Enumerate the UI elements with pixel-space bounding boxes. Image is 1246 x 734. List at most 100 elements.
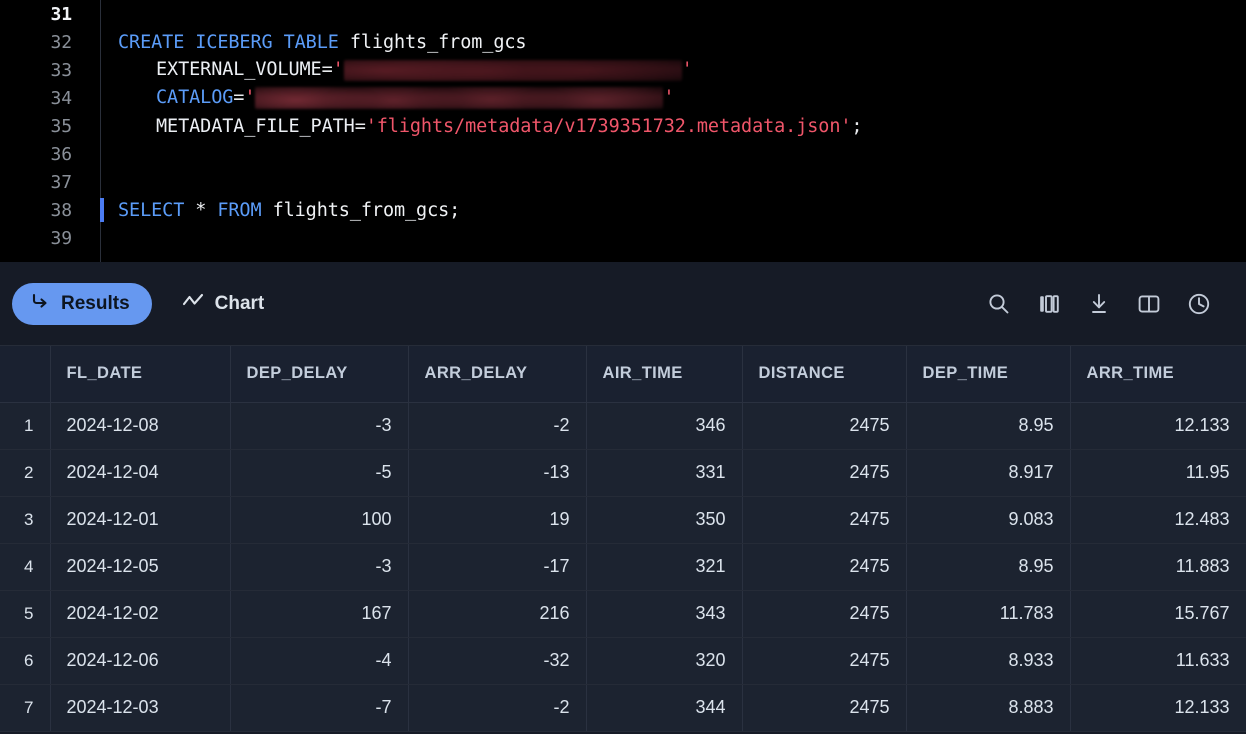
- column-header[interactable]: ARR_TIME: [1070, 346, 1246, 403]
- code-token: =: [321, 59, 333, 81]
- table-cell[interactable]: -13: [408, 449, 587, 497]
- table-row[interactable]: 1 2024-12-08 -3 -2 346 2475 8.95 12.133: [0, 402, 1246, 450]
- code-token: 'flights/metadata/v1739351732.metadata.j…: [365, 115, 852, 137]
- table-cell[interactable]: 216: [408, 590, 587, 638]
- table-row[interactable]: 4 2024-12-05 -3 -17 321 2475 8.95 11.883: [0, 543, 1246, 591]
- redacted-value: [343, 59, 682, 81]
- results-toolbar: Results Chart: [0, 262, 1246, 346]
- results-grid-wrapper[interactable]: FL_DATE DEP_DELAY ARR_DELAY AIR_TIME DISTANC…: [0, 346, 1246, 734]
- table-cell[interactable]: -3: [230, 402, 409, 450]
- table-cell[interactable]: 346: [586, 402, 743, 450]
- table-row[interactable]: 7 2024-12-03 -7 -2 344 2475 8.883 12.133: [0, 684, 1246, 732]
- table-cell[interactable]: 350: [586, 496, 743, 544]
- table-cell[interactable]: 12.133: [1070, 402, 1246, 450]
- row-number-cell: 3: [0, 496, 51, 544]
- column-header[interactable]: FL_DATE: [50, 346, 231, 403]
- table-body: 1 2024-12-08 -3 -2 346 2475 8.95 12.133 2 2024-12…: [0, 402, 1246, 732]
- code-token: ;: [851, 115, 863, 137]
- table-cell[interactable]: 321: [586, 543, 743, 591]
- row-number-cell: 1: [0, 402, 51, 450]
- table-cell[interactable]: -2: [408, 402, 587, 450]
- code-token: ': [663, 87, 675, 108]
- table-cell[interactable]: 19: [408, 496, 587, 544]
- table-cell[interactable]: 2024-12-04: [50, 449, 231, 497]
- table-cell[interactable]: -5: [230, 449, 409, 497]
- table-cell[interactable]: 11.95: [1070, 449, 1246, 497]
- line-number: 33: [50, 59, 73, 81]
- table-cell[interactable]: 331: [586, 449, 743, 497]
- table-cell[interactable]: 2475: [742, 543, 907, 591]
- split-panel-icon[interactable]: [1126, 281, 1172, 327]
- table-head: FL_DATE DEP_DELAY ARR_DELAY AIR_TIME DISTANC…: [0, 346, 1246, 403]
- row-number-header: [0, 346, 51, 403]
- tab-chart-label: Chart: [214, 292, 265, 314]
- table-cell[interactable]: -4: [230, 637, 409, 685]
- table-cell[interactable]: 167: [230, 590, 409, 638]
- table-row[interactable]: 2 2024-12-04 -5 -13 331 2475 8.917 11.95: [0, 449, 1246, 497]
- row-number-cell: 2: [0, 449, 51, 497]
- line-number: 38: [50, 199, 73, 221]
- table-cell[interactable]: 2475: [742, 637, 907, 685]
- table-cell[interactable]: 100: [230, 496, 409, 544]
- tab-chart[interactable]: Chart: [166, 283, 281, 325]
- table-cell[interactable]: 11.633: [1070, 637, 1246, 685]
- column-header[interactable]: DEP_TIME: [906, 346, 1071, 403]
- columns-icon[interactable]: [1026, 281, 1072, 327]
- tab-results[interactable]: Results: [12, 282, 152, 325]
- table-cell[interactable]: -3: [230, 543, 409, 591]
- column-header[interactable]: AIR_TIME: [586, 346, 743, 403]
- search-icon[interactable]: [976, 281, 1022, 327]
- table-cell[interactable]: 8.95: [906, 543, 1071, 591]
- download-icon[interactable]: [1076, 281, 1122, 327]
- row-number-cell: 4: [0, 543, 51, 591]
- table-cell[interactable]: 2475: [742, 449, 907, 497]
- table-cell[interactable]: 11.783: [906, 590, 1071, 638]
- table-cell[interactable]: 11.883: [1070, 543, 1246, 591]
- table-cell[interactable]: 2475: [742, 684, 907, 732]
- table-cell[interactable]: 344: [586, 684, 743, 732]
- line-number: 32: [50, 31, 73, 53]
- table-row[interactable]: 6 2024-12-06 -4 -32 320 2475 8.933 11.633: [0, 637, 1246, 685]
- code-token: flights_from_gcs: [349, 31, 527, 53]
- table-cell[interactable]: 15.767: [1070, 590, 1246, 638]
- code-line: 37: [0, 168, 1246, 196]
- table-cell[interactable]: 2024-12-05: [50, 543, 231, 591]
- code-text: EXTERNAL_VOLUME=' ': [118, 59, 693, 81]
- table-cell[interactable]: 8.95: [906, 402, 1071, 450]
- code-token: ICEBERG: [195, 31, 284, 53]
- table-cell[interactable]: -32: [408, 637, 587, 685]
- table-cell[interactable]: -7: [230, 684, 409, 732]
- table-cell[interactable]: 9.083: [906, 496, 1071, 544]
- table-cell[interactable]: 8.933: [906, 637, 1071, 685]
- table-cell[interactable]: 2475: [742, 402, 907, 450]
- table-cell[interactable]: 320: [586, 637, 743, 685]
- code-token: METADATA_FILE_PATH: [156, 115, 355, 137]
- table-cell[interactable]: 2475: [742, 590, 907, 638]
- column-header[interactable]: ARR_DELAY: [408, 346, 587, 403]
- code-token: flights_from_gcs;: [272, 199, 461, 221]
- line-chart-icon: [182, 291, 204, 317]
- table-cell[interactable]: -17: [408, 543, 587, 591]
- results-panel: Results Chart FL_DATE DEP_DELAY ARR_DELA…: [0, 262, 1246, 734]
- table-cell[interactable]: 2024-12-06: [50, 637, 231, 685]
- table-cell[interactable]: 343: [586, 590, 743, 638]
- history-clock-icon[interactable]: [1176, 281, 1222, 327]
- table-cell[interactable]: 2024-12-03: [50, 684, 231, 732]
- code-line: 39: [0, 224, 1246, 252]
- column-header[interactable]: DISTANCE: [742, 346, 907, 403]
- table-cell[interactable]: 12.483: [1070, 496, 1246, 544]
- table-cell[interactable]: 8.883: [906, 684, 1071, 732]
- table-row[interactable]: 5 2024-12-02 167 216 343 2475 11.783 15.767: [0, 590, 1246, 638]
- table-cell[interactable]: 8.917: [906, 449, 1071, 497]
- code-token: ': [681, 59, 693, 81]
- table-cell[interactable]: -2: [408, 684, 587, 732]
- table-cell[interactable]: 2024-12-08: [50, 402, 231, 450]
- table-cell[interactable]: 2024-12-02: [50, 590, 231, 638]
- sql-editor[interactable]: 31 32 CREATE ICEBERG TABLE flights_from_gc…: [0, 0, 1246, 262]
- table-row[interactable]: 3 2024-12-01 100 19 350 2475 9.083 12.483: [0, 496, 1246, 544]
- table-cell[interactable]: 2024-12-01: [50, 496, 231, 544]
- table-cell[interactable]: 2475: [742, 496, 907, 544]
- code-token: EXTERNAL_VOLUME: [156, 59, 322, 81]
- column-header[interactable]: DEP_DELAY: [230, 346, 409, 403]
- table-cell[interactable]: 12.133: [1070, 684, 1246, 732]
